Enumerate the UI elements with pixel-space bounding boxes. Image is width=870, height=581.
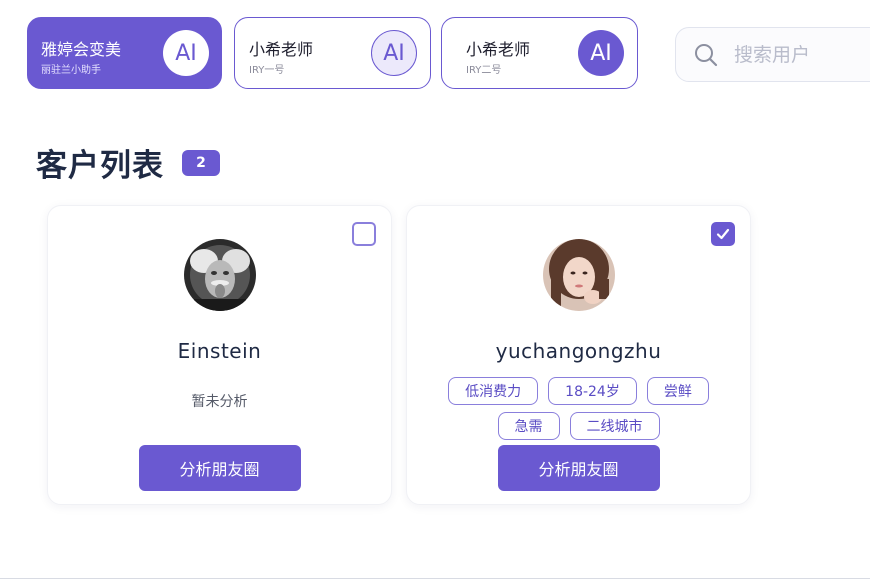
account-tab-3[interactable]: 小希老师 IRY二号 AI [441,17,638,89]
select-checkbox[interactable] [352,222,376,246]
page-title: 客户列表 [36,148,164,184]
search-input[interactable] [734,40,864,70]
account-subtitle: IRY一号 [249,65,285,76]
ai-avatar-icon: AI [371,30,417,76]
customer-name: yuchangongzhu [495,339,662,363]
avatar [183,239,256,311]
select-checkbox[interactable] [711,222,735,246]
account-subtitle: 丽驻兰小助手 [41,65,101,76]
tag: 尝鲜 [646,377,709,405]
ai-avatar-icon: AI [163,30,209,76]
account-name: 雅婷会变美 [41,40,122,59]
tag-list: 低消费力 18-24岁 尝鲜 急需 二线城市 [427,377,730,440]
divider [0,578,870,579]
check-icon [716,228,730,240]
count-badge: 2 [182,150,220,176]
analysis-status: 暂未分析 [191,394,248,410]
customer-card: Einstein 暂未分析 分析朋友圈 [47,205,392,505]
account-tab-1[interactable]: 雅婷会变美 丽驻兰小助手 AI [27,17,222,89]
tag: 急需 [497,412,560,440]
account-name: 小希老师 [249,40,314,59]
account-tab-2[interactable]: 小希老师 IRY一号 AI [234,17,431,89]
search-box[interactable] [675,27,870,82]
ai-avatar-icon: AI [578,30,624,76]
tag: 低消费力 [448,377,539,405]
tag: 18-24岁 [548,377,637,405]
account-subtitle: IRY二号 [466,65,502,76]
account-name: 小希老师 [466,40,531,59]
search-icon [695,44,718,67]
avatar [542,239,615,311]
customer-card: yuchangongzhu 低消费力 18-24岁 尝鲜 急需 二线城市 分析朋… [406,205,751,505]
analyze-moments-button[interactable]: 分析朋友圈 [497,445,660,491]
tag: 二线城市 [569,412,660,440]
customer-name: Einstein [177,339,262,363]
analyze-moments-button[interactable]: 分析朋友圈 [138,445,301,491]
